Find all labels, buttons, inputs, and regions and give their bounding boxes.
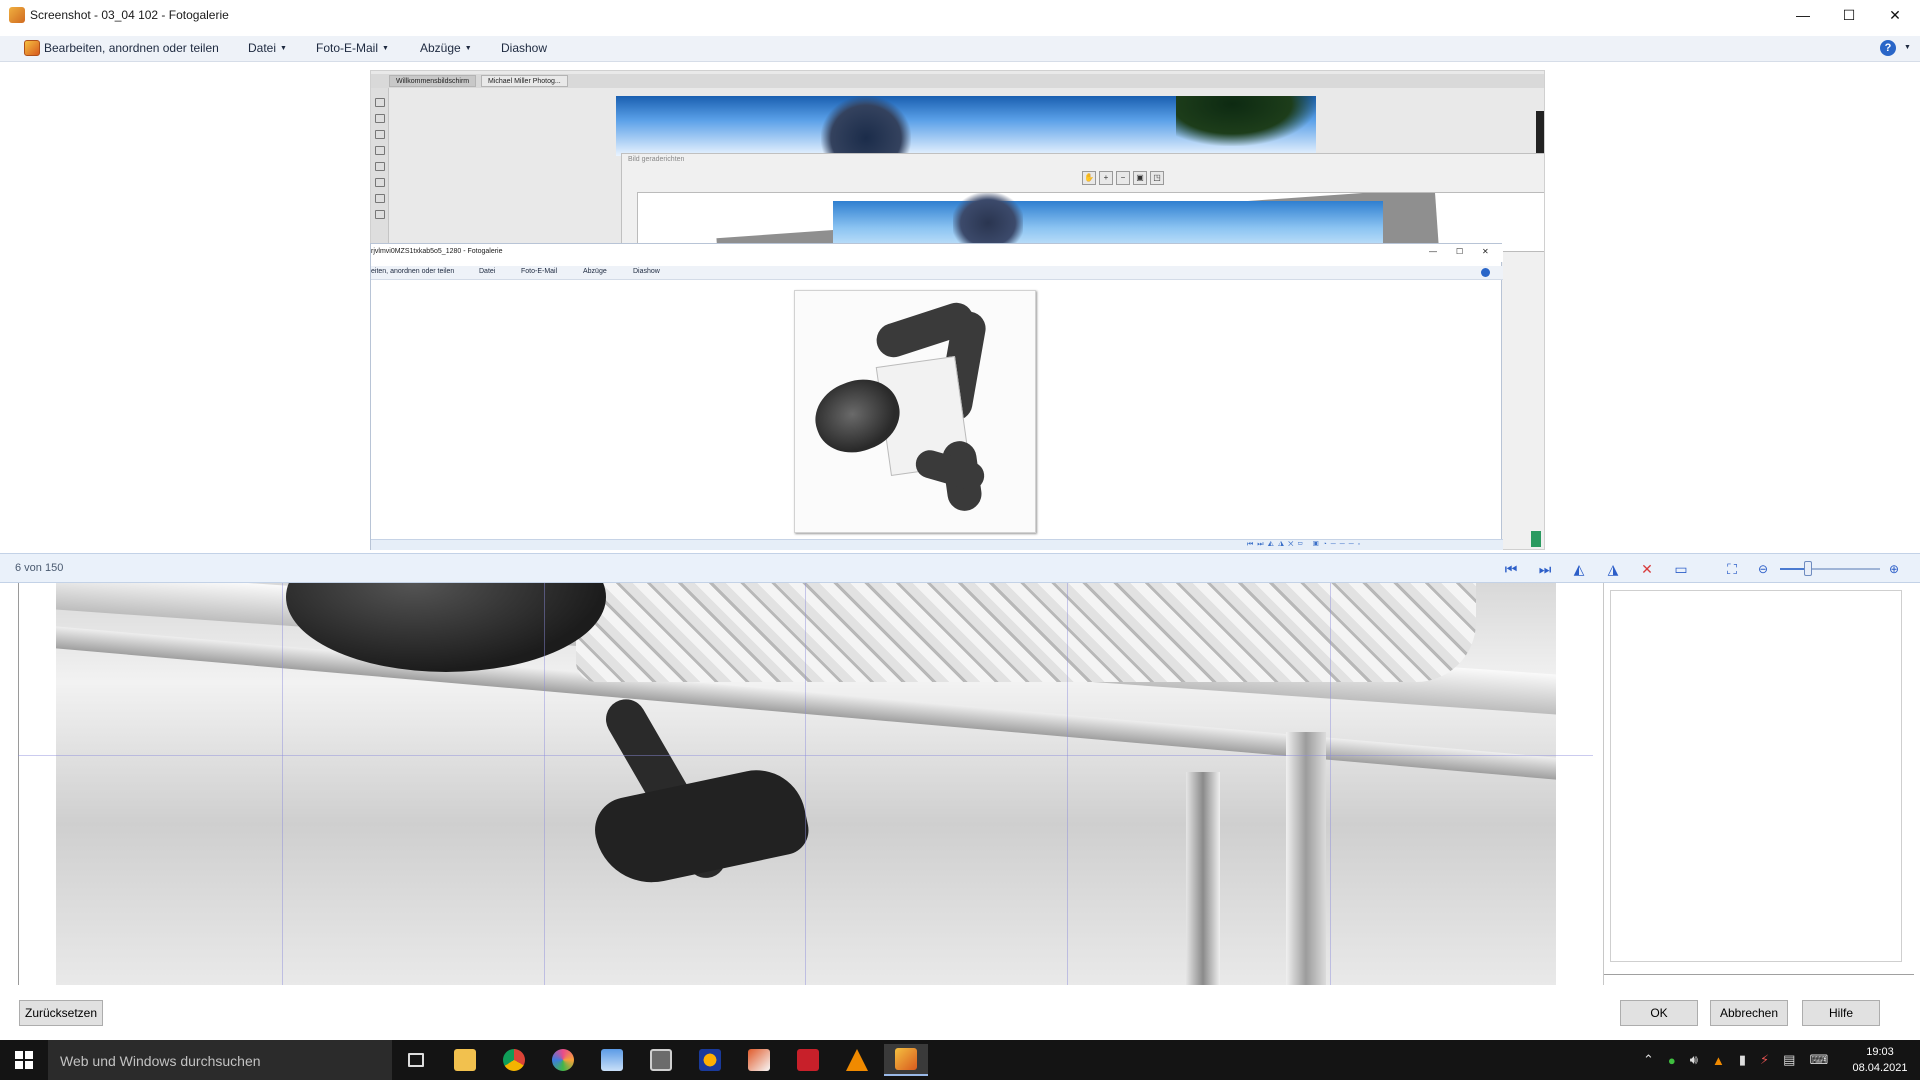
editor-photo-preview: [616, 96, 1316, 156]
straighten-dialog-title: Bild geraderichten: [628, 156, 685, 163]
chrome-icon[interactable]: [492, 1044, 536, 1076]
tray-chevron-icon[interactable]: ⌃: [1643, 1052, 1654, 1068]
grid-line: [1067, 582, 1068, 985]
clock-date: 08.04.2021: [1852, 1062, 1908, 1074]
search-placeholder: Web und Windows durchsuchen: [60, 1053, 261, 1069]
clock-time: 19:03: [1866, 1046, 1894, 1058]
security-shield-icon[interactable]: ●: [1668, 1053, 1676, 1068]
nested-maximize-icon: ☐: [1456, 247, 1464, 256]
nested-window-title: rjvlmvi0MZS1txkab5o5_1280 - Fotogalerie: [371, 248, 503, 255]
photos-app-icon[interactable]: [541, 1044, 585, 1076]
nested-minimize-icon: —: [1429, 247, 1437, 256]
vlc-like-icon[interactable]: [688, 1044, 732, 1076]
menu-prints-label: Abzüge: [420, 41, 461, 55]
battery-icon[interactable]: ⚡︎: [1760, 1052, 1769, 1068]
reset-button[interactable]: Zurücksetzen: [19, 1000, 103, 1026]
menu-bar: Bearbeiten, anordnen oder teilen Datei ▼ …: [0, 36, 1920, 62]
grid-line: [805, 582, 806, 985]
chevron-down-icon: ▼: [464, 45, 472, 52]
delete-icon[interactable]: ✕: [1636, 558, 1658, 580]
taskbar-search[interactable]: Web und Windows durchsuchen: [48, 1040, 392, 1080]
windows-logo-icon: [15, 1051, 33, 1069]
help-dropdown-icon[interactable]: ▼: [1900, 40, 1911, 54]
office-app-icon[interactable]: [737, 1044, 781, 1076]
edited-photo: [56, 582, 1556, 985]
zoom-out-icon[interactable]: ⊖: [1752, 558, 1774, 580]
menu-photo-email-label: Foto-E-Mail: [316, 41, 379, 55]
menu-photo-email[interactable]: Foto-E-Mail ▼: [316, 41, 389, 55]
hand-tool-icon: ✋: [1082, 171, 1096, 185]
nested-toolbar-icons: ⏮⏭◭◮✕▭ ▣◔───◦: [1247, 541, 1365, 548]
help-button[interactable]: Hilfe: [1802, 1000, 1880, 1026]
edit-share-icon: [24, 40, 40, 56]
grid-line: [1330, 582, 1331, 985]
taskbar-clock[interactable]: 19:03 08.04.2021: [1845, 1044, 1915, 1076]
zoom-in-icon[interactable]: ⊕: [1883, 558, 1905, 580]
menu-file[interactable]: Datei ▼: [248, 41, 287, 55]
nested-menu-photo-email: Foto-E-Mail: [521, 268, 558, 275]
vlc-icon[interactable]: [835, 1044, 879, 1076]
chevron-down-icon: ▼: [382, 45, 389, 52]
volume-icon[interactable]: 🔊︎: [1690, 1052, 1698, 1068]
network-icon[interactable]: ▮: [1739, 1052, 1746, 1068]
fotogalerie-app-icon: [9, 7, 25, 23]
image-viewer-icon[interactable]: [590, 1044, 634, 1076]
screenshot-fotogalerie: rjvlmvi0MZS1txkab5o5_1280 - Fotogalerie …: [370, 243, 1503, 550]
screen-recorder-icon[interactable]: [786, 1044, 830, 1076]
nested-close-icon: ✕: [1482, 247, 1489, 256]
zoom-out-icon: −: [1116, 171, 1130, 185]
close-button[interactable]: ✕: [1872, 0, 1918, 30]
zoom-slider[interactable]: [1780, 568, 1880, 570]
file-explorer-icon[interactable]: [443, 1044, 487, 1076]
slideshow-icon[interactable]: ▭: [1670, 558, 1692, 580]
zoom-in-icon: +: [1099, 171, 1113, 185]
chevron-down-icon: ▼: [280, 45, 287, 52]
minimize-button[interactable]: —: [1780, 0, 1826, 30]
portrait-photo: [794, 290, 1036, 533]
actual-size-icon: ◳: [1150, 171, 1164, 185]
grid-line: [544, 582, 545, 985]
window-title: Screenshot - 03_04 102 - Fotogalerie: [30, 8, 229, 22]
cancel-button[interactable]: Abbrechen: [1710, 1000, 1788, 1026]
start-button[interactable]: [0, 1040, 48, 1080]
title-bar: Screenshot - 03_04 102 - Fotogalerie — ☐…: [0, 0, 1920, 30]
zoom-slider-thumb[interactable]: [1804, 561, 1812, 576]
previous-icon[interactable]: ⏮: [1500, 558, 1522, 580]
next-icon[interactable]: ⏭: [1534, 558, 1556, 580]
keyboard-icon[interactable]: ⌨: [1809, 1052, 1828, 1068]
image-position-counter: 6 von 150: [15, 562, 64, 574]
fotogalerie-taskbar-icon[interactable]: [884, 1044, 928, 1076]
notifications-icon[interactable]: ▤: [1783, 1052, 1795, 1068]
fit-icon: ▣: [1133, 171, 1147, 185]
editor-side-panel: [1603, 582, 1914, 985]
grid-line: [18, 755, 1593, 756]
tab-welcome: Willkommensbildschirm: [389, 75, 477, 87]
maximize-button[interactable]: ☐: [1826, 0, 1872, 30]
windows-taskbar: Web und Windows durchsuchen ⌃ ● 🔊︎ ▲ ▮ ⚡…: [0, 1040, 1920, 1080]
menu-prints[interactable]: Abzüge ▼: [420, 41, 472, 55]
menu-file-label: Datei: [248, 41, 277, 55]
nested-menu-file: Datei: [479, 268, 496, 275]
vlc-tray-icon[interactable]: ▲: [1712, 1053, 1725, 1068]
help-icon[interactable]: ?: [1880, 40, 1896, 56]
menu-edit-arrange-share[interactable]: Bearbeiten, anordnen oder teilen: [44, 41, 219, 55]
grid-line: [282, 582, 283, 985]
task-view-icon[interactable]: [394, 1044, 438, 1076]
rotate-right-icon[interactable]: ◮: [1602, 558, 1624, 580]
menu-slideshow[interactable]: Diashow: [501, 41, 547, 55]
camera-app-icon[interactable]: [639, 1044, 683, 1076]
gallery-toolbar: 6 von 150 ⏮ ⏭ ◭ ◮ ✕ ▭ ⛶ ⊖ ⊕: [0, 553, 1920, 583]
ok-button[interactable]: OK: [1620, 1000, 1698, 1026]
nested-help-icon: [1481, 268, 1490, 277]
nested-menu-slideshow: Diashow: [633, 268, 660, 275]
fit-to-window-icon[interactable]: ⛶: [1721, 558, 1743, 580]
tab-photo: Michael Miller Photog...: [481, 75, 568, 87]
nested-menu-edit: eiten, anordnen oder teilen: [371, 268, 455, 275]
nested-menu-prints: Abzüge: [583, 268, 607, 275]
nested-status-bar: ⏮⏭◭◮✕▭ ▣◔───◦: [371, 539, 1503, 550]
rotate-left-icon[interactable]: ◭: [1568, 558, 1590, 580]
